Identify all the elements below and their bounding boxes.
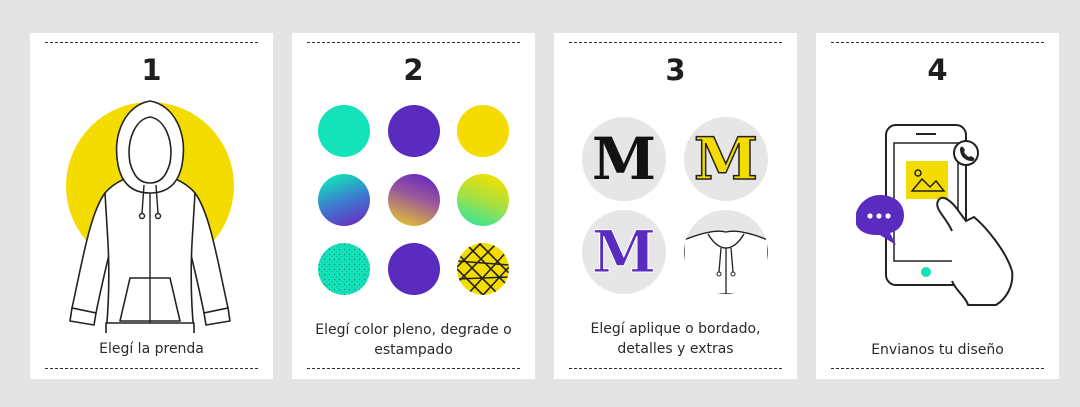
dashed-divider-top: [307, 42, 520, 43]
step-caption-line2: detalles y extras: [617, 341, 734, 357]
phone-icon: [856, 124, 1014, 306]
dashed-divider-bottom: [45, 368, 258, 369]
dashed-divider-top: [569, 42, 782, 43]
hood-detail-option[interactable]: [684, 210, 768, 294]
step-caption: Envianos tu diseño: [871, 342, 1004, 358]
step-card-2: 2 Elegí color pleno, degrade o estampado: [292, 33, 535, 379]
step-number: 3: [665, 53, 686, 87]
letter-m-black: M: [591, 125, 657, 193]
step-number: 1: [141, 53, 162, 87]
dashed-divider-bottom: [569, 368, 782, 369]
swatch-gradient-purple-yellow[interactable]: [388, 174, 440, 226]
dashed-divider-top: [45, 42, 258, 43]
step-caption-line1: Elegí color pleno, degrade o: [315, 322, 512, 338]
swatch-solid-teal[interactable]: [318, 105, 370, 157]
letter-m-yellow: M: [693, 125, 759, 193]
swatch-gradient-yellow-green[interactable]: [457, 174, 509, 226]
letter-m-purple: M: [591, 218, 657, 286]
dashed-divider-top: [831, 42, 1044, 43]
dashed-divider-bottom: [831, 368, 1044, 369]
letter-m-purple-option[interactable]: M: [582, 210, 666, 294]
step-card-3: 3 M M M Elegí aplique o bordado, detalle…: [554, 33, 797, 379]
swatch-pattern-dots[interactable]: [318, 243, 370, 295]
step-caption-line2: estampado: [374, 342, 453, 358]
step-card-4: 4 Envianos tu diseño: [816, 33, 1059, 379]
swatch-solid-purple-2[interactable]: [388, 243, 440, 295]
step-card-1: 1 Elegí la prenda: [30, 33, 273, 379]
swatch-pattern-stripes[interactable]: [457, 243, 509, 295]
step-caption: Elegí la prenda: [99, 341, 204, 357]
whatsapp-icon: [953, 140, 979, 166]
step-number: 4: [927, 53, 948, 87]
swatch-solid-yellow[interactable]: [457, 105, 509, 157]
dashed-divider-bottom: [307, 368, 520, 369]
swatch-gradient-teal-purple[interactable]: [318, 174, 370, 226]
step-caption-line1: Elegí aplique o bordado,: [590, 321, 761, 337]
letter-m-black-option[interactable]: M: [582, 117, 666, 201]
letter-m-yellow-option[interactable]: M: [684, 117, 768, 201]
step-number: 2: [403, 53, 424, 87]
image-icon: [906, 161, 948, 199]
hood-detail-icon: [684, 230, 768, 294]
hoodie-icon: [66, 100, 234, 333]
swatch-solid-purple[interactable]: [388, 105, 440, 157]
